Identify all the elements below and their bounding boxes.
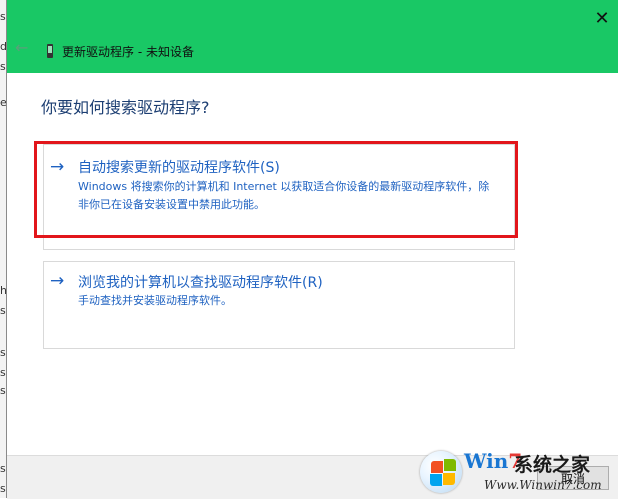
background-text: s [0,366,6,379]
auto-search-description: Windows 将搜索你的计算机和 Internet 以获取适合你设备的最新驱动… [78,180,490,211]
background-text: s [0,482,6,495]
back-arrow-icon[interactable]: ← [15,38,28,57]
dialog-footer: 取消 [7,455,618,499]
background-text: s [0,304,6,317]
browse-computer-label: 浏览我的计算机以查找驱动程序软件(R) [78,275,323,291]
browse-computer-description: 手动查找并安装驱动程序软件。 [78,294,232,307]
auto-search-label: 自动搜索更新的驱动程序软件(S) [78,160,280,176]
device-icon [47,44,53,58]
close-button[interactable]: ✕ [593,10,611,28]
cancel-button[interactable]: 取消 [537,466,609,490]
browse-computer-option[interactable]: → 浏览我的计算机以查找驱动程序软件(R) 手动查找并安装驱动程序软件。 [43,261,515,349]
dialog-title: 更新驱动程序 - 未知设备 [62,45,194,59]
auto-search-option[interactable]: → 自动搜索更新的驱动程序软件(S) Windows 将搜索你的计算机和 Int… [43,144,515,250]
background-text: s [0,10,6,23]
background-text: s [0,462,6,475]
update-driver-dialog: ← 更新驱动程序 - 未知设备 ✕ 你要如何搜索驱动程序? → 自动搜索更新的驱… [6,0,618,499]
background-text: s [0,60,6,73]
arrow-right-icon: → [50,271,65,291]
background-text: s [0,346,6,359]
arrow-right-icon: → [50,157,65,177]
background-text: s [0,384,6,397]
dialog-titlebar: ← 更新驱动程序 - 未知设备 ✕ [7,0,618,73]
page-heading: 你要如何搜索驱动程序? [41,98,210,117]
